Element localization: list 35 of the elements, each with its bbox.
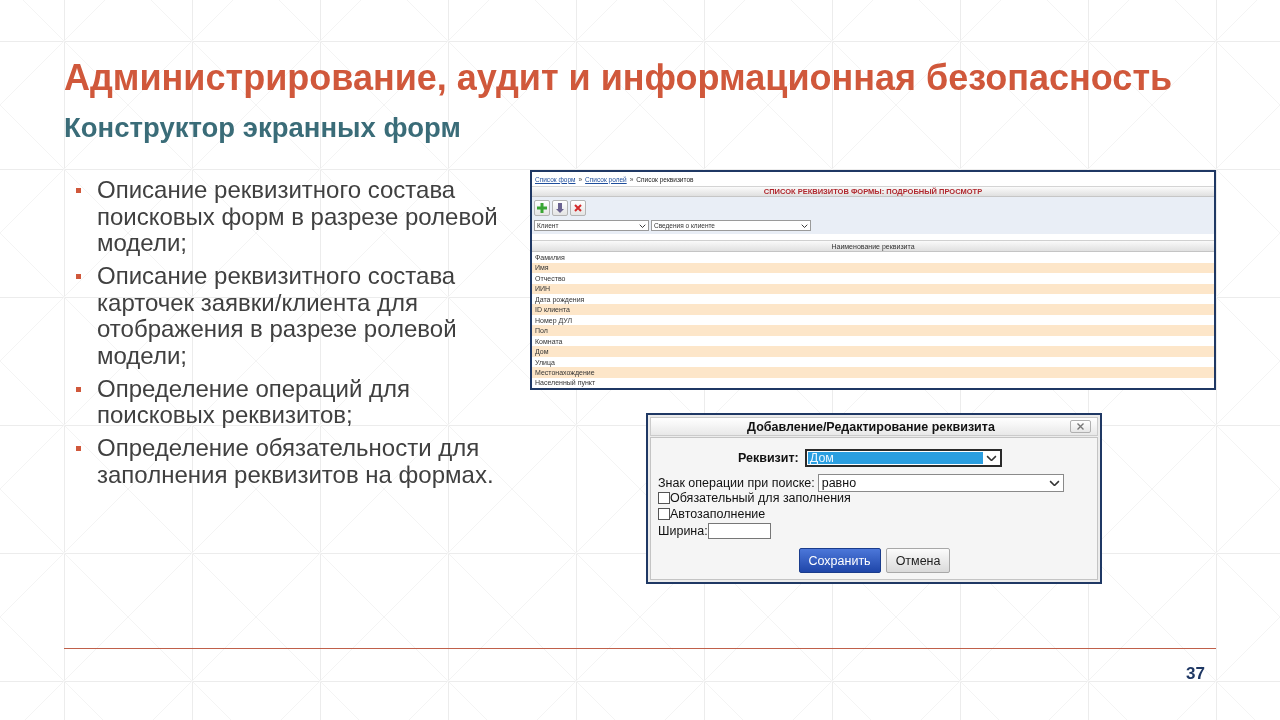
cross-icon <box>574 204 582 213</box>
chevron-down-icon <box>639 223 646 228</box>
chevron-down-icon <box>801 223 808 228</box>
close-icon <box>1077 423 1084 431</box>
operation-dropdown[interactable]: равно <box>817 474 1064 493</box>
page-number: 37 <box>1186 664 1205 684</box>
close-button[interactable] <box>1070 420 1091 434</box>
slide-subtitle: Конструктор экранных форм <box>64 111 461 145</box>
slide-title: Администрирование, аудит и информационная безопасность <box>64 56 1173 100</box>
checkbox-label: Обязательный для заполнения <box>670 491 851 507</box>
checkbox-label: Автозаполнение <box>670 507 766 523</box>
dialog-title: Добавление/Редактирование реквизита <box>747 419 995 434</box>
bullet-icon <box>76 386 81 392</box>
cancel-button[interactable]: Отмена <box>885 548 951 574</box>
add-button[interactable] <box>534 200 550 217</box>
field-label: Знак операции при поиске: <box>658 475 815 491</box>
delete-button[interactable] <box>570 200 586 217</box>
bullet-icon <box>76 274 81 280</box>
chevron-down-icon <box>1048 479 1060 487</box>
chevron-down-icon <box>985 454 997 462</box>
checkbox[interactable] <box>658 491 670 504</box>
bullet-text: Определение операций для поисковых реквизитов; <box>97 375 412 429</box>
bullet-icon <box>76 446 81 452</box>
input-field[interactable] <box>707 523 771 540</box>
bullet-text: Определение обязательности для заполнения реквизитов на формах. <box>97 435 495 489</box>
checkbox[interactable] <box>658 507 670 520</box>
field-label: Реквизит: <box>738 450 799 466</box>
move-down-button[interactable] <box>552 200 568 217</box>
arrow-down-icon <box>556 203 564 214</box>
plus-icon <box>537 203 547 214</box>
save-button[interactable]: Сохранить <box>798 548 881 574</box>
bullet-icon <box>76 188 81 194</box>
field-label: Ширина: <box>658 523 708 539</box>
bullet-text: Описание реквизитного состава поисковых форм в разрезе ролевой модели; <box>97 177 499 257</box>
bullet-text: Описание реквизитного состава карточек заявки/клиента для отображения в разрезе ролевой модели; <box>97 263 458 370</box>
